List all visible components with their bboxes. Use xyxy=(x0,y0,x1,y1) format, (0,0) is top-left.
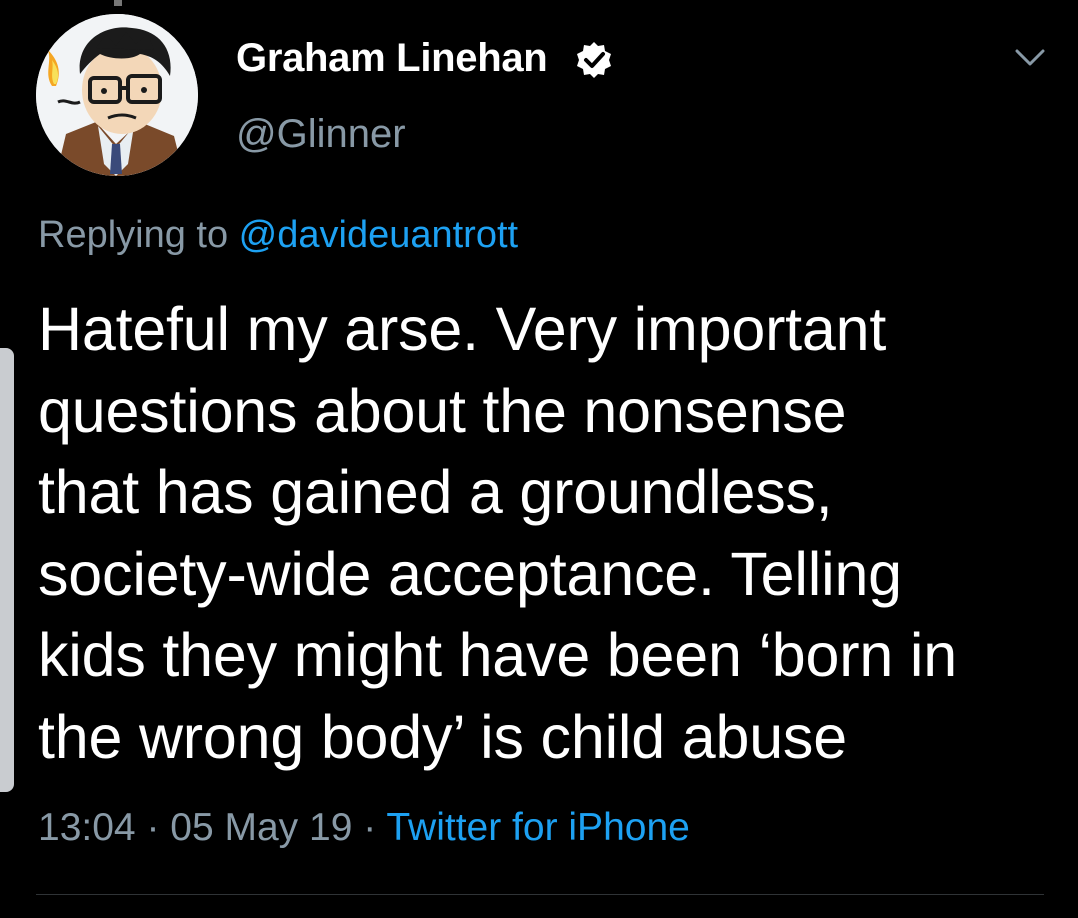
reply-to-link[interactable]: @davideuantrott xyxy=(239,214,518,256)
edge-scroll-handle[interactable] xyxy=(0,348,14,792)
verified-badge-icon xyxy=(577,42,611,78)
author-handle[interactable]: @Glinner xyxy=(236,112,406,157)
tweet-body: Hateful my arse. Very important question… xyxy=(38,295,957,771)
meta-separator: · xyxy=(135,806,171,849)
author-display-name[interactable]: Graham Linehan xyxy=(236,36,548,81)
status-bar-fragment xyxy=(114,0,122,6)
reply-context: Replying to @davideuantrott xyxy=(38,214,518,257)
tweet-date[interactable]: 05 May 19 xyxy=(170,806,352,849)
avatar[interactable] xyxy=(36,14,198,176)
tweet-card: Graham Linehan @Glinner Replying to @dav… xyxy=(0,0,1078,918)
tweet-meta: 13:04 · 05 May 19 · Twitter for iPhone xyxy=(38,806,690,850)
meta-separator: · xyxy=(352,806,387,849)
tweet-source-link[interactable]: Twitter for iPhone xyxy=(386,806,689,849)
reply-prefix: Replying to xyxy=(38,214,239,256)
tweet-time[interactable]: 13:04 xyxy=(38,806,136,849)
cartoon-avatar-icon xyxy=(36,14,198,176)
divider xyxy=(36,894,1044,895)
chevron-down-icon[interactable] xyxy=(1014,46,1046,70)
